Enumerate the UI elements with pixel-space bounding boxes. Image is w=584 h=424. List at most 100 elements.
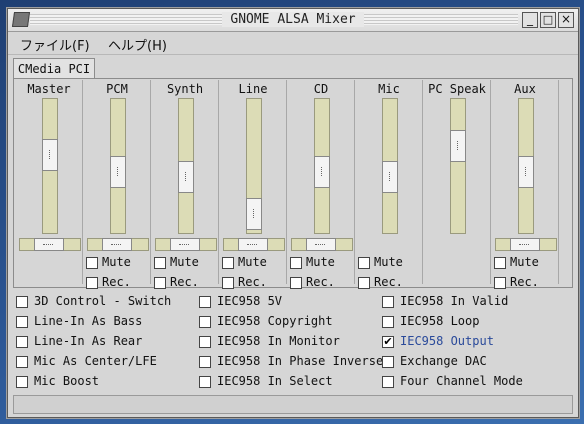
option-checkbox[interactable]: ✔ — [382, 336, 394, 348]
balance-slider[interactable] — [291, 238, 353, 251]
option-checkbox[interactable] — [382, 356, 394, 368]
volume-slider[interactable] — [382, 98, 398, 234]
option-checkbox[interactable] — [382, 316, 394, 328]
menu-help[interactable]: ヘルプ(H) — [108, 35, 167, 54]
option-label[interactable]: Line-In As Bass — [34, 314, 142, 328]
volume-slider[interactable] — [518, 98, 534, 234]
option-checkbox[interactable] — [199, 296, 211, 308]
rec-label: Rec. — [306, 275, 335, 289]
option-checkbox[interactable] — [199, 316, 211, 328]
volume-slider-handle[interactable] — [518, 156, 534, 188]
volume-slider-handle[interactable] — [42, 139, 58, 171]
rec-checkbox[interactable] — [86, 277, 98, 289]
option-label[interactable]: IEC958 In Monitor — [217, 334, 340, 348]
mute-checkbox[interactable] — [494, 257, 506, 269]
mute-checkbox[interactable] — [222, 257, 234, 269]
volume-slider-handle[interactable] — [314, 156, 330, 188]
option-checkbox[interactable] — [199, 356, 211, 368]
volume-slider-handle[interactable] — [178, 161, 194, 193]
mute-checkbox[interactable] — [154, 257, 166, 269]
option-checkbox[interactable] — [16, 336, 28, 348]
status-bar — [13, 395, 573, 414]
balance-slider-handle[interactable] — [510, 238, 540, 251]
volume-slider-handle[interactable] — [382, 161, 398, 193]
rec-checkbox[interactable] — [290, 277, 302, 289]
volume-slider-handle[interactable] — [450, 130, 466, 162]
title-bar[interactable]: GNOME ALSA Mixer _ □ × — [8, 9, 578, 32]
channel-name: PC Speak — [428, 82, 486, 96]
volume-slider[interactable] — [42, 98, 58, 234]
maximize-button[interactable]: □ — [540, 12, 556, 28]
mute-checkbox[interactable] — [290, 257, 302, 269]
mute-label: Mute — [374, 255, 403, 269]
balance-slider-handle[interactable] — [238, 238, 268, 251]
option-label[interactable]: IEC958 Loop — [400, 314, 479, 328]
mute-label: Mute — [238, 255, 267, 269]
volume-slider-handle[interactable] — [110, 156, 126, 188]
option-label[interactable]: Line-In As Rear — [34, 334, 142, 348]
channel-strip: Aux Mute Rec. — [492, 80, 559, 289]
option-checkbox[interactable] — [16, 356, 28, 368]
volume-slider[interactable] — [246, 98, 262, 234]
rec-checkbox[interactable] — [494, 277, 506, 289]
menu-bar: ファイル(F) ヘルプ(H) — [8, 32, 578, 55]
rec-checkbox[interactable] — [358, 277, 370, 289]
volume-slider[interactable] — [450, 98, 466, 234]
rec-label: Rec. — [238, 275, 267, 289]
channel-name: Synth — [166, 82, 204, 96]
options-area: 3D Control - Switch Line-In As Bass Line-I… — [16, 290, 576, 400]
option-checkbox[interactable] — [199, 336, 211, 348]
tab-cmedia-pci[interactable]: CMedia PCI — [13, 58, 95, 79]
option-label[interactable]: 3D Control - Switch — [34, 294, 171, 308]
rec-label: Rec. — [102, 275, 131, 289]
balance-slider-handle[interactable] — [102, 238, 132, 251]
channel-strip: Synth Mute Rec. — [152, 80, 219, 289]
option-checkbox[interactable] — [199, 376, 211, 388]
volume-slider[interactable] — [178, 98, 194, 234]
option-label[interactable]: Mic Boost — [34, 374, 99, 388]
mute-label: Mute — [510, 255, 539, 269]
rec-label: Rec. — [374, 275, 403, 289]
mixer-window: GNOME ALSA Mixer _ □ × ファイル(F) ヘルプ(H) CM… — [7, 8, 579, 418]
balance-slider-handle[interactable] — [170, 238, 200, 251]
balance-slider[interactable] — [223, 238, 285, 251]
option-label[interactable]: IEC958 In Phase Inverse — [217, 354, 383, 368]
option-label[interactable]: IEC958 Output — [400, 334, 494, 348]
balance-slider[interactable] — [495, 238, 557, 251]
menu-file[interactable]: ファイル(F) — [20, 35, 90, 54]
balance-slider-handle[interactable] — [306, 238, 336, 251]
minimize-button[interactable]: _ — [522, 12, 538, 28]
close-button[interactable]: × — [558, 12, 574, 28]
option-checkbox[interactable] — [16, 316, 28, 328]
balance-slider[interactable] — [155, 238, 217, 251]
rec-label: Rec. — [510, 275, 539, 289]
option-checkbox[interactable] — [16, 376, 28, 388]
rec-checkbox[interactable] — [154, 277, 166, 289]
option-label[interactable]: IEC958 Copyright — [217, 314, 333, 328]
mute-label: Mute — [306, 255, 335, 269]
channel-name: Aux — [514, 82, 536, 96]
option-label[interactable]: Exchange DAC — [400, 354, 487, 368]
option-label[interactable]: IEC958 In Valid — [400, 294, 508, 308]
volume-slider[interactable] — [314, 98, 330, 234]
channel-strip: Line Mute Rec. — [220, 80, 287, 289]
option-checkbox[interactable] — [16, 296, 28, 308]
option-checkbox[interactable] — [382, 296, 394, 308]
option-label[interactable]: IEC958 5V — [217, 294, 282, 308]
channel-strip: Master — [16, 80, 83, 284]
volume-slider[interactable] — [110, 98, 126, 234]
mute-checkbox[interactable] — [358, 257, 370, 269]
rec-checkbox[interactable] — [222, 277, 234, 289]
volume-slider-handle[interactable] — [246, 198, 262, 230]
window-title: GNOME ALSA Mixer — [222, 12, 364, 27]
balance-slider[interactable] — [19, 238, 81, 251]
channel-strip: CD Mute Rec. — [288, 80, 355, 289]
mute-checkbox[interactable] — [86, 257, 98, 269]
option-label[interactable]: Mic As Center/LFE — [34, 354, 157, 368]
option-checkbox[interactable] — [382, 376, 394, 388]
balance-slider[interactable] — [87, 238, 149, 251]
check-mark-icon: ✔ — [383, 335, 393, 348]
option-label[interactable]: IEC958 In Select — [217, 374, 333, 388]
balance-slider-handle[interactable] — [34, 238, 64, 251]
option-label[interactable]: Four Channel Mode — [400, 374, 523, 388]
